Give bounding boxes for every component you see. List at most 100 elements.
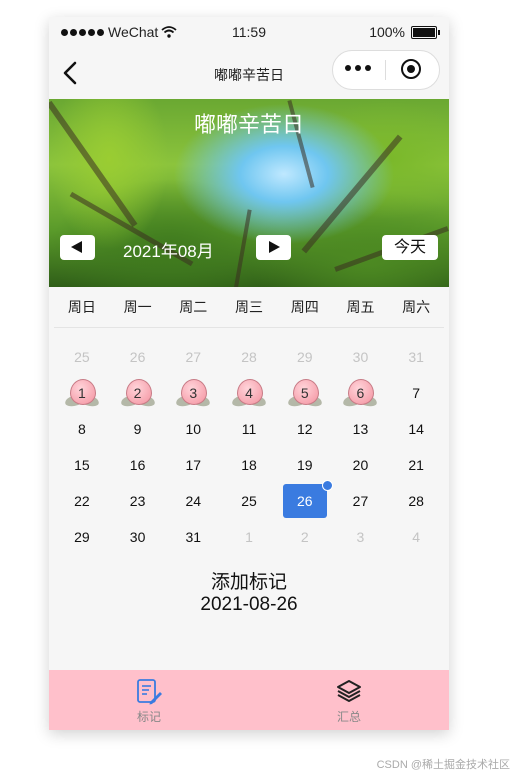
calendar-day[interactable]: 3 [333,519,389,555]
day-number: 4 [245,385,253,401]
day-number: 23 [129,493,146,509]
tab-mark-label: 标记 [136,710,161,724]
capsule-divider [385,60,386,80]
add-mark-button[interactable]: 添加标记 [49,567,449,594]
banner-heading: 嘟嘟辛苦日 [193,112,304,137]
tab-summary-label: 汇总 [336,710,361,724]
day-number: 5 [300,385,309,401]
day-number: 1 [77,385,86,401]
more-icon[interactable] [345,65,371,71]
day-number: 3 [356,529,365,545]
calendar-day[interactable]: 30 [333,339,389,375]
calendar-day[interactable]: 4 [388,519,444,555]
calendar-day[interactable]: 27 [333,483,389,519]
weekday-label: 周三 [235,299,264,315]
calendar-day[interactable]: 1 [221,519,277,555]
day-number: 31 [185,529,202,545]
day-number: 18 [241,457,257,473]
day-number: 8 [77,421,86,437]
prev-month-button[interactable] [60,235,95,260]
watermark: CSDN @稀土掘金技术社区 [376,759,510,771]
weekday-label: 周四 [290,299,319,315]
day-number: 3 [189,385,198,401]
day-number: 27 [352,493,369,509]
header-banner: 嘟嘟辛苦日 2021年08月 今天 [49,99,449,287]
calendar-day[interactable]: 15 [54,447,110,483]
day-number: 2 [300,529,309,545]
day-number: 31 [408,349,424,365]
day-number: 26 [129,349,146,365]
calendar-week-row: 25 26 27 28 29 30 31 [54,339,444,375]
calendar-day[interactable]: 29 [54,519,110,555]
day-number: 29 [296,349,313,365]
day-number: 11 [241,421,257,437]
day-number: 29 [74,529,90,545]
day-number: 14 [408,421,424,437]
day-number: 17 [185,457,202,473]
calendar-week-row: 8 9 10 11 12 13 14 [54,411,444,447]
next-month-button[interactable] [256,235,291,260]
calendar-day[interactable]: 8 [54,411,110,447]
calendar-day[interactable]: 29 [277,339,333,375]
today-button[interactable]: 今天 [382,235,438,260]
day-number: 28 [408,493,424,509]
calendar-day[interactable]: 7 [388,375,444,411]
close-target-icon[interactable] [401,59,421,79]
mini-program-capsule [332,50,440,90]
calendar-day[interactable]: 14 [388,411,444,447]
calendar-day[interactable]: 27 [165,339,221,375]
calendar-day[interactable]: 2 [277,519,333,555]
day-number: 9 [133,421,142,437]
calendar-day[interactable]: 30 [110,519,166,555]
calendar-week-row: 1 2 3 4 5 6 7 [54,375,444,411]
phone-screen: WeChat 11:59 100% 嘟嘟辛苦日 嘟嘟辛苦日 2021年08月 今… [49,17,449,730]
calendar-day[interactable]: 5 [277,375,333,411]
calendar-day[interactable]: 22 [54,483,110,519]
weekday-label: 周日 [67,299,96,315]
calendar-day[interactable]: 24 [165,483,221,519]
day-number: 30 [352,349,369,365]
day-number: 30 [129,529,146,545]
edit-document-icon [137,679,162,705]
calendar-day[interactable]: 6 [333,375,389,411]
tab-summary[interactable]: 汇总 [249,670,449,730]
calendar-grid: 25 26 27 28 29 30 31 1 2 3 4 5 6 7 8 9 10 11 12 13 14 15 16 17 1… [54,339,444,555]
day-number: 21 [408,457,424,473]
calendar-day[interactable]: 10 [165,411,221,447]
calendar-day[interactable]: 21 [388,447,444,483]
calendar-day[interactable]: 31 [388,339,444,375]
calendar-day[interactable]: 13 [333,411,389,447]
layers-icon [337,680,361,702]
calendar-day[interactable]: 17 [165,447,221,483]
calendar-day[interactable]: 1 [54,375,110,411]
day-number: 13 [352,421,369,437]
calendar-day[interactable]: 31 [165,519,221,555]
calendar-day[interactable]: 19 [277,447,333,483]
today-dot-indicator [321,480,333,491]
battery-percent: 100% [369,24,405,40]
day-number: 25 [241,493,257,509]
calendar-day[interactable]: 28 [221,339,277,375]
calendar-day[interactable]: 4 [221,375,277,411]
calendar-day[interactable]: 11 [221,411,277,447]
calendar-day[interactable]: 12 [277,411,333,447]
calendar-day[interactable]: 25 [54,339,110,375]
calendar-week-row: 22 23 24 25 26 27 28 [54,480,444,519]
calendar-day[interactable]: 26 [110,339,166,375]
calendar-day[interactable]: 16 [110,447,166,483]
day-number: 15 [74,457,90,473]
battery-icon [411,25,440,39]
calendar-day[interactable]: 2 [110,375,166,411]
calendar-day[interactable]: 28 [388,483,444,519]
calendar-day[interactable]: 9 [110,411,166,447]
selected-date: 2021-08-26 [200,594,298,615]
weekday-label: 周一 [123,299,152,315]
calendar-day[interactable]: 18 [221,447,277,483]
day-number: 4 [412,529,421,545]
calendar-day[interactable]: 26 [277,480,333,519]
tab-mark[interactable]: 标记 [49,670,249,730]
calendar-day[interactable]: 25 [221,483,277,519]
calendar-day[interactable]: 23 [110,483,166,519]
calendar-day[interactable]: 20 [333,447,389,483]
calendar-day[interactable]: 3 [165,375,221,411]
